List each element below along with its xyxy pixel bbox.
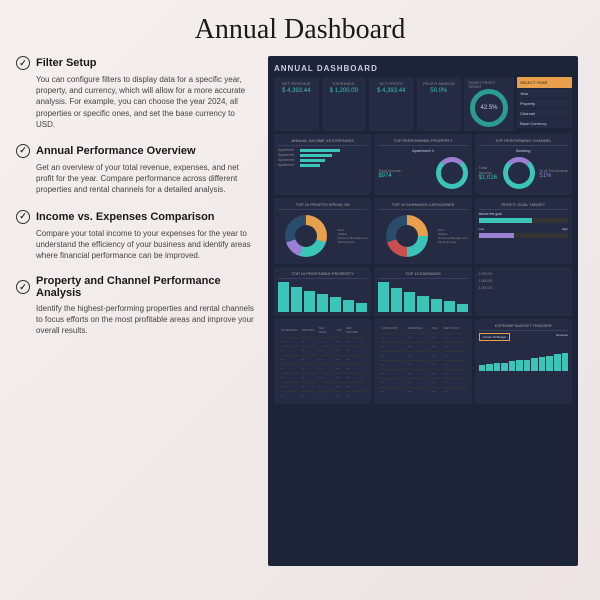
category-table-2: CATEGORYREVENUETAXNET COST —————————————… xyxy=(374,319,471,404)
kpi-card: NET REVENUE$ 4,393.44 xyxy=(274,77,319,131)
feature-title: Annual Performance Overview xyxy=(36,145,196,157)
gauge-card: YEARLY PROFIT TARGET42.5% xyxy=(464,77,514,131)
donut-chart xyxy=(285,215,327,257)
kpi-card: PROFIT MARGIN50.0% xyxy=(417,77,462,131)
donut-chart xyxy=(386,215,428,257)
income-expenses-panel: ANNUAL INCOME VS EXPENSES Apartment Apar… xyxy=(274,134,371,195)
check-icon xyxy=(16,210,30,224)
page-title: Annual Dashboard xyxy=(0,0,600,56)
selector-row[interactable]: Base Currency xyxy=(517,119,572,128)
budget-tracker-panel: EXPENSE BUDGET TRACKER Actual VS BudgetE… xyxy=(475,319,572,404)
selector-panel: SELECT YEARYearPropertyChannelBase Curre… xyxy=(517,77,572,131)
feature-desc: Get an overview of your total revenue, e… xyxy=(16,162,256,196)
selector-row[interactable]: Year xyxy=(517,89,572,98)
feature-list: Filter Setup You can configure filters to… xyxy=(16,56,256,566)
dashboard-preview: ANNUAL DASHBOARD NET REVENUE$ 4,393.44 E… xyxy=(268,56,578,566)
category-table-1: CATEGORYPROFITSTAX RATETAXNET INCOME ———… xyxy=(274,319,371,404)
profits-donut-panel: TOP 10 PROFITS SPEND ON RentUtilitiesPro… xyxy=(274,198,371,264)
feature-desc: Identify the highest-performing properti… xyxy=(16,303,256,337)
select-year-button[interactable]: SELECT YEAR xyxy=(517,77,572,88)
top-property-panel: TOP PERFORMING PROPERTY Apartment 4 Tota… xyxy=(374,134,471,195)
earnings-donut-panel: TOP 10 EARNINGS CATEGORIES RentUtilities… xyxy=(374,198,471,264)
earnings-bars: TOP 10 EARNINGS xyxy=(374,267,471,316)
feature-desc: You can configure filters to display dat… xyxy=(16,74,256,130)
profitable-property-bars: TOP 10 PROFITABLE PROPERTY xyxy=(274,267,371,316)
feature-title: Property and Channel Performance Analysi… xyxy=(36,275,256,299)
gauge-icon: 42.5% xyxy=(470,89,508,127)
feature-title: Income vs. Expenses Comparison xyxy=(36,211,215,223)
check-icon xyxy=(16,280,30,294)
check-icon xyxy=(16,56,30,70)
donut-icon xyxy=(503,157,535,189)
kpi-card: EXPENSES$ 1,200.00 xyxy=(322,77,367,131)
feature-title: Filter Setup xyxy=(36,57,97,69)
dashboard-header: ANNUAL DASHBOARD xyxy=(274,62,572,77)
donut-icon xyxy=(436,157,468,189)
check-icon xyxy=(16,144,30,158)
scale-panel: 2,000.001,500.001,000.00 xyxy=(475,267,572,316)
selector-row[interactable]: Channel xyxy=(517,109,572,118)
kpi-card: NET PROFIT$ 4,393.44 xyxy=(369,77,414,131)
top-channel-panel: TOP PERFORMING CHANNEL Booking Total Inc… xyxy=(475,134,572,195)
selector-row[interactable]: Property xyxy=(517,99,572,108)
feature-desc: Compare your total income to your expens… xyxy=(16,228,256,262)
goal-target-panel: PROFIT GOAL TARGET Above the goal LowHig… xyxy=(475,198,572,264)
